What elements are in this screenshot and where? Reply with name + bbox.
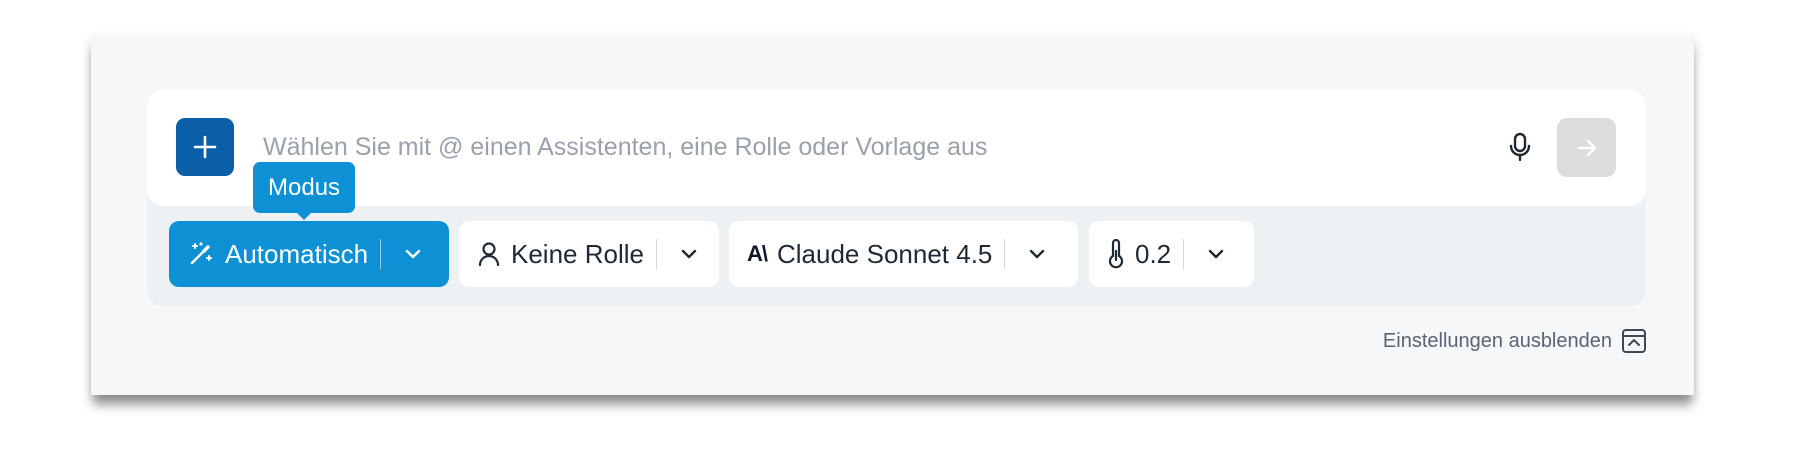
role-label: Keine Rolle: [511, 238, 644, 269]
tooltip-arrow: [296, 212, 313, 220]
prompt-input-area: [147, 90, 1646, 206]
role-dropdown-toggle[interactable]: [669, 221, 709, 287]
role-button[interactable]: Keine Rolle: [459, 221, 644, 287]
model-dropdown-toggle[interactable]: [1017, 221, 1057, 287]
microphone-icon: [1509, 132, 1531, 162]
model-label: Claude Sonnet 4.5: [777, 238, 993, 269]
hide-settings-button[interactable]: Einstellungen ausblenden: [1383, 328, 1647, 354]
chevron-down-icon: [681, 249, 697, 259]
chevron-down-icon: [405, 249, 421, 259]
model-selector: A\ Claude Sonnet 4.5: [729, 221, 1078, 287]
tooltip-text: Modus: [268, 174, 341, 201]
divider: [380, 239, 382, 269]
temperature-button[interactable]: 0.2: [1089, 221, 1171, 287]
prompt-input[interactable]: [263, 126, 1303, 168]
chevron-down-icon: [1030, 249, 1045, 259]
temperature-dropdown-toggle[interactable]: [1196, 221, 1236, 287]
plus-icon: [193, 135, 217, 159]
model-button[interactable]: A\ Claude Sonnet 4.5: [729, 221, 992, 287]
temperature-label: 0.2: [1135, 238, 1172, 269]
anthropic-logo-icon: A\: [747, 241, 768, 266]
collapse-panel-icon: [1621, 328, 1647, 354]
mode-label: Automatisch: [225, 238, 369, 269]
divider: [1183, 239, 1185, 269]
mode-tooltip: Modus: [253, 162, 356, 220]
thermometer-icon: [1107, 239, 1125, 269]
mode-dropdown-toggle[interactable]: [393, 221, 433, 287]
microphone-button[interactable]: [1500, 127, 1540, 167]
temperature-selector: 0.2: [1089, 221, 1254, 287]
magic-wand-icon: [187, 240, 215, 268]
send-button[interactable]: [1557, 118, 1616, 177]
mode-button[interactable]: Automatisch: [169, 221, 368, 287]
chevron-down-icon: [1208, 249, 1224, 259]
user-icon: [477, 241, 501, 267]
add-button[interactable]: [176, 118, 234, 176]
role-selector: Keine Rolle: [459, 221, 719, 287]
divider: [655, 239, 657, 269]
arrow-right-icon: [1577, 139, 1596, 156]
divider: [1004, 239, 1006, 269]
mode-selector: Automatisch: [169, 221, 449, 287]
hide-settings-label: Einstellungen ausblenden: [1382, 329, 1612, 352]
